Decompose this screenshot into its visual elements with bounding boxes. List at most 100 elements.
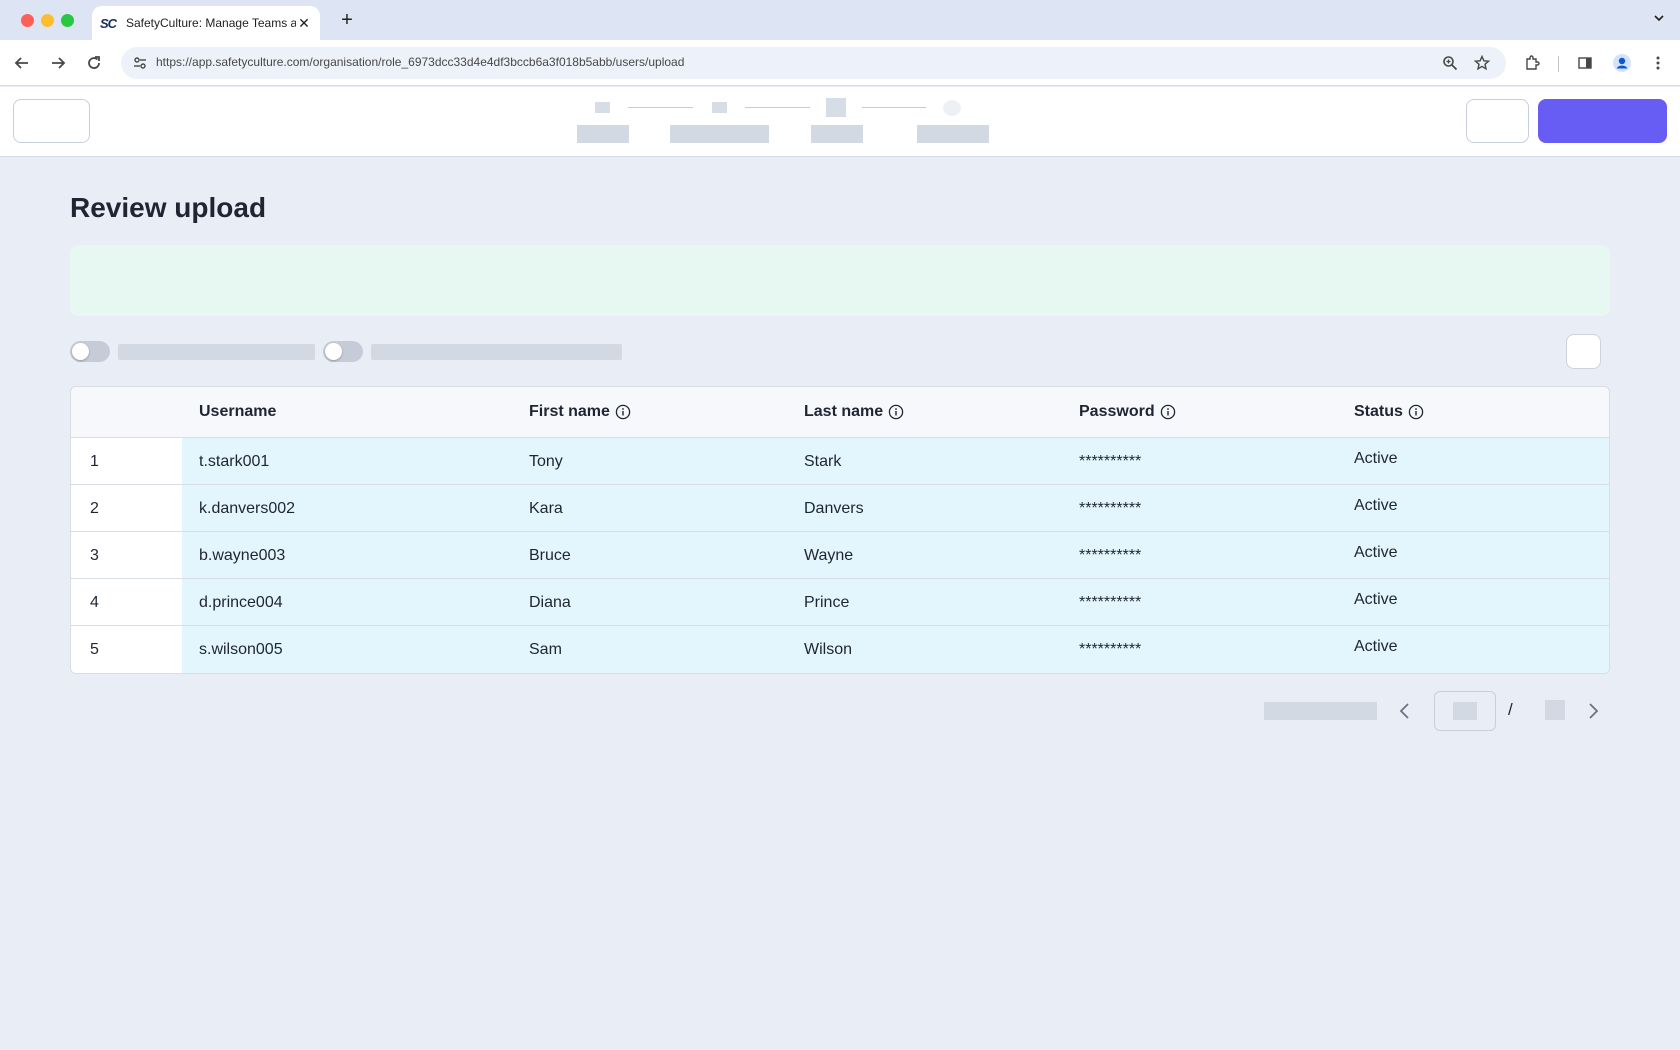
cell-last-name[interactable]: Wayne [804,532,853,578]
cell-status[interactable]: Active [1354,438,1398,484]
table-row[interactable]: 3 b.wayne003 Bruce Wayne ********** Acti… [71,532,1609,579]
cell-status[interactable]: Active [1354,485,1398,531]
side-panel-icon [1578,57,1592,69]
side-panel-button[interactable] [1572,50,1598,76]
star-icon [1474,55,1490,71]
more-vertical-icon [1656,56,1660,70]
bookmark-button[interactable] [1471,52,1493,74]
puzzle-icon [1526,55,1540,70]
exit-button[interactable] [13,99,90,143]
page-number-input[interactable] [1434,691,1496,731]
table-row[interactable]: 1 t.stark001 Tony Stark ********** Activ… [71,438,1609,485]
table-row[interactable]: 2 k.danvers002 Kara Danvers ********** A… [71,485,1609,532]
cell-first-name[interactable]: Bruce [529,532,571,578]
step-connector [862,107,926,108]
cell-password[interactable]: ********** [1079,485,1141,531]
cell-password[interactable]: ********** [1079,579,1141,625]
step-1-label [577,125,629,143]
page-separator: / [1508,700,1513,719]
cell-username[interactable]: d.prince004 [199,579,283,625]
step-4-marker [943,100,961,116]
new-tab-button[interactable]: + [335,8,359,32]
header-password[interactable]: Password [1079,403,1176,421]
cell-username[interactable]: s.wilson005 [199,626,283,673]
arrow-right-icon [52,57,66,69]
header-last-name-label: Last name [804,403,884,420]
profile-button[interactable] [1609,50,1635,76]
arrow-left-icon [14,57,28,69]
info-icon[interactable] [1160,404,1176,420]
header-status-label: Status [1354,403,1403,420]
cell-password[interactable]: ********** [1079,626,1141,673]
current-page-value [1453,702,1477,720]
next-page-button[interactable] [1582,699,1604,723]
upload-users-button[interactable] [1538,99,1667,143]
window-minimize-button[interactable] [41,14,54,27]
cell-username[interactable]: k.danvers002 [199,485,295,531]
site-info-button[interactable] [129,52,151,74]
toggle-switch-1[interactable] [70,341,110,362]
toggle-label-1 [118,344,315,360]
cell-username[interactable]: b.wayne003 [199,532,285,578]
toggle-label-2 [371,344,622,360]
cell-last-name[interactable]: Danvers [804,485,864,531]
header-username-label: Username [199,403,277,420]
cell-status[interactable]: Active [1354,626,1398,673]
cell-status[interactable]: Active [1354,579,1398,625]
cell-first-name[interactable]: Tony [529,438,563,484]
chevron-right-icon [1589,703,1599,719]
upload-success-banner [70,245,1610,316]
tune-icon [134,57,146,69]
forward-button[interactable] [45,50,71,76]
extensions-button[interactable] [1519,50,1545,76]
toggle-switch-2[interactable] [323,341,363,362]
cell-password[interactable]: ********** [1079,438,1141,484]
back-button[interactable] [9,50,35,76]
window-maximize-button[interactable] [61,14,74,27]
window-close-button[interactable] [21,14,34,27]
cell-password[interactable]: ********** [1079,532,1141,578]
cell-first-name[interactable]: Sam [529,626,562,673]
total-pages-value [1545,700,1565,720]
address-bar[interactable]: https://app.safetyculture.com/organisati… [121,47,1506,79]
cell-status[interactable]: Active [1354,532,1398,578]
info-icon[interactable] [1408,404,1424,420]
info-icon[interactable] [615,404,631,420]
table-row[interactable]: 4 d.prince004 Diana Prince ********** Ac… [71,579,1609,626]
cell-username[interactable]: t.stark001 [199,438,269,484]
step-connector [628,107,693,108]
header-status[interactable]: Status [1354,403,1424,421]
page-title: Review upload [70,192,267,223]
toggle-knob [325,343,342,360]
header-last-name[interactable]: Last name [804,403,904,421]
close-icon[interactable]: ✕ [296,15,312,32]
back-step-button[interactable] [1466,99,1529,143]
header-username[interactable]: Username [199,403,276,421]
browser-toolbar: https://app.safetyculture.com/organisati… [0,40,1680,86]
row-index: 5 [71,626,182,673]
previous-page-button[interactable] [1394,699,1416,723]
step-3-label [811,125,863,143]
cell-last-name[interactable]: Stark [804,438,841,484]
chevron-down-icon [1654,15,1664,22]
cell-last-name[interactable]: Wilson [804,626,852,673]
browser-tab-active[interactable]: SC SafetyCulture: Manage Teams and... ✕ [92,6,320,40]
cell-last-name[interactable]: Prince [804,579,849,625]
browser-menu-button[interactable] [1645,50,1671,76]
table-settings-button[interactable] [1566,334,1601,369]
toolbar-divider [1558,56,1559,72]
step-4-label [917,125,989,143]
zoom-button[interactable] [1439,52,1461,74]
cell-first-name[interactable]: Kara [529,485,563,531]
cell-first-name[interactable]: Diana [529,579,571,625]
tab-search-button[interactable] [1648,9,1670,31]
step-1-marker [595,102,610,113]
reload-button[interactable] [81,50,107,76]
step-3-marker [826,98,846,117]
tab-title: SafetyCulture: Manage Teams and... [126,16,296,30]
table-row[interactable]: 5 s.wilson005 Sam Wilson ********** Acti… [71,626,1609,673]
info-icon[interactable] [888,404,904,420]
header-first-name-label: First name [529,403,610,420]
header-first-name[interactable]: First name [529,403,631,421]
header-password-label: Password [1079,403,1155,420]
